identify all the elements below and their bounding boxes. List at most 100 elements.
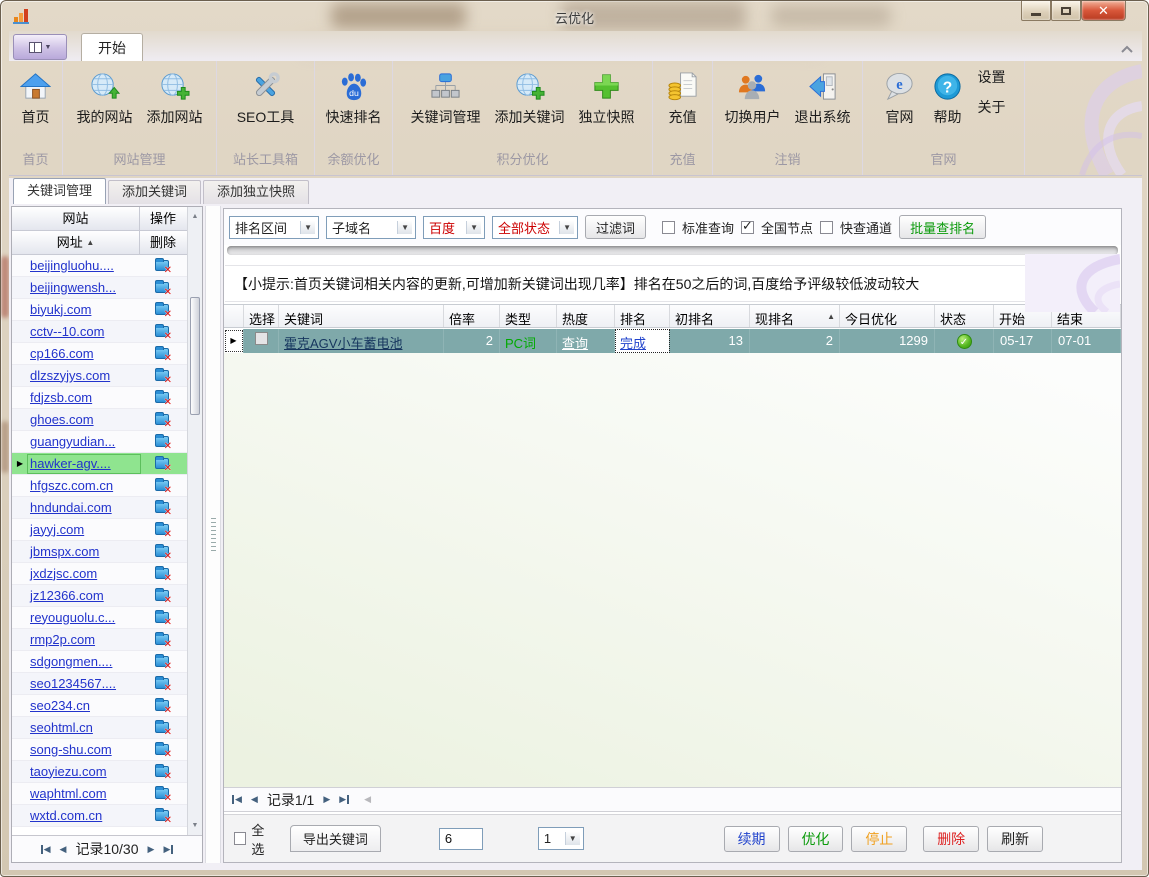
- site-link[interactable]: hawker-agv....: [30, 456, 111, 471]
- delete-site-icon[interactable]: [155, 326, 169, 337]
- pager-first-icon[interactable]: ◀: [41, 845, 51, 854]
- pager-next-icon[interactable]: ▶: [148, 845, 155, 854]
- tab-keyword-manage[interactable]: 关键词管理: [13, 178, 106, 204]
- site-link[interactable]: cp166.com: [30, 346, 94, 361]
- minimize-button[interactable]: [1021, 1, 1051, 21]
- delete-site-icon[interactable]: [155, 524, 169, 535]
- site-link[interactable]: biyukj.com: [30, 302, 91, 317]
- delete-site-icon[interactable]: [155, 590, 169, 601]
- col-today[interactable]: 今日优化: [840, 305, 935, 327]
- site-row[interactable]: seo234.cn: [12, 695, 187, 717]
- delete-site-icon[interactable]: [155, 656, 169, 667]
- hscroll-left-icon[interactable]: ◀: [364, 795, 371, 804]
- delete-site-icon[interactable]: [155, 612, 169, 623]
- my-sites-button[interactable]: 我的网站: [70, 67, 140, 127]
- site-row[interactable]: reyouguolu.c...: [12, 607, 187, 629]
- export-keywords-button[interactable]: 导出关键词: [290, 825, 381, 852]
- pager-last-icon[interactable]: ▶: [163, 845, 173, 854]
- scroll-down-icon[interactable]: ▼: [188, 818, 202, 833]
- delete-site-icon[interactable]: [155, 700, 169, 711]
- delete-site-icon[interactable]: [155, 502, 169, 513]
- delete-site-icon[interactable]: [155, 282, 169, 293]
- refresh-button[interactable]: 刷新: [987, 826, 1043, 852]
- renew-button[interactable]: 续期: [724, 826, 780, 852]
- site-row[interactable]: taoyiezu.com: [12, 761, 187, 783]
- snapshot-button[interactable]: 独立快照: [572, 67, 642, 127]
- site-link[interactable]: waphtml.com: [30, 786, 107, 801]
- delete-site-icon[interactable]: [155, 810, 169, 821]
- status-dropdown[interactable]: 全部状态▼: [492, 216, 578, 239]
- site-row[interactable]: sdgongmen....: [12, 651, 187, 673]
- keyword-manage-button[interactable]: 关键词管理: [404, 67, 488, 127]
- add-site-button[interactable]: 添加网站: [140, 67, 210, 127]
- col-rate[interactable]: 倍率: [444, 305, 500, 327]
- optimize-button[interactable]: 优化: [788, 826, 844, 852]
- site-row[interactable]: biyukj.com: [12, 299, 187, 321]
- number-input[interactable]: [439, 828, 483, 850]
- app-menu-button[interactable]: ▼: [13, 34, 67, 60]
- col-init-rank[interactable]: 初排名: [670, 305, 750, 327]
- engine-dropdown[interactable]: 百度▼: [423, 216, 485, 239]
- site-link[interactable]: jbmspx.com: [30, 544, 99, 559]
- scrollbar-thumb[interactable]: [190, 297, 200, 415]
- heat-query-link[interactable]: 查询: [557, 336, 588, 351]
- delete-site-icon[interactable]: [155, 370, 169, 381]
- maximize-button[interactable]: [1051, 1, 1081, 21]
- col-heat[interactable]: 热度: [557, 305, 615, 327]
- site-row[interactable]: dlzszyjys.com: [12, 365, 187, 387]
- filter-words-button[interactable]: 过滤词: [585, 215, 646, 239]
- pager-prev-icon[interactable]: ◀: [60, 845, 67, 854]
- col-url-header[interactable]: 网址 ▲: [12, 231, 140, 254]
- tab-add-keyword[interactable]: 添加关键词: [108, 180, 201, 204]
- pager-next-icon[interactable]: ▶: [323, 795, 330, 804]
- stop-button[interactable]: 停止: [851, 826, 907, 852]
- subdomain-dropdown[interactable]: 子域名▼: [326, 216, 416, 239]
- batch-rank-button[interactable]: 批量查排名: [899, 215, 986, 239]
- page-select[interactable]: 1▼: [538, 827, 584, 850]
- pager-last-icon[interactable]: ▶: [339, 795, 349, 804]
- site-row[interactable]: beijingwensh...: [12, 277, 187, 299]
- site-link[interactable]: seo234.cn: [30, 698, 90, 713]
- ribbon-tab-start[interactable]: 开始: [81, 33, 143, 61]
- delete-site-icon[interactable]: [155, 348, 169, 359]
- col-select[interactable]: 选择: [244, 305, 279, 327]
- national-node-checkbox[interactable]: [741, 221, 754, 234]
- site-link[interactable]: beijingluohu....: [30, 258, 114, 273]
- site-row[interactable]: hfgszc.com.cn: [12, 475, 187, 497]
- pager-prev-icon[interactable]: ◀: [251, 795, 258, 804]
- delete-site-icon[interactable]: [155, 788, 169, 799]
- splitter[interactable]: [205, 206, 221, 863]
- site-row[interactable]: song-shu.com: [12, 739, 187, 761]
- site-row[interactable]: beijingluohu....: [12, 255, 187, 277]
- ribbon-collapse-chevron[interactable]: [1120, 45, 1134, 54]
- sidebar-scrollbar[interactable]: ▲ ▼: [187, 207, 202, 835]
- site-link[interactable]: song-shu.com: [30, 742, 112, 757]
- col-del-header[interactable]: 删除: [140, 231, 186, 254]
- site-link[interactable]: jayyj.com: [30, 522, 84, 537]
- site-row[interactable]: wxtd.com.cn: [12, 805, 187, 827]
- site-row[interactable]: rmp2p.com: [12, 629, 187, 651]
- delete-site-icon[interactable]: [155, 436, 169, 447]
- site-link[interactable]: rmp2p.com: [30, 632, 95, 647]
- site-link[interactable]: hfgszc.com.cn: [30, 478, 113, 493]
- delete-site-icon[interactable]: [155, 744, 169, 755]
- site-link[interactable]: sdgongmen....: [30, 654, 112, 669]
- delete-site-icon[interactable]: [155, 458, 169, 469]
- site-link[interactable]: ghoes.com: [30, 412, 94, 427]
- delete-site-icon[interactable]: [155, 678, 169, 689]
- fast-channel-checkbox[interactable]: [820, 221, 833, 234]
- site-row[interactable]: ▶ hawker-agv....: [12, 453, 187, 475]
- recharge-button[interactable]: 充值: [659, 67, 707, 127]
- site-link[interactable]: seo1234567....: [30, 676, 116, 691]
- site-row[interactable]: jz12366.com: [12, 585, 187, 607]
- site-row[interactable]: cp166.com: [12, 343, 187, 365]
- delete-site-icon[interactable]: [155, 304, 169, 315]
- site-row[interactable]: fdjzsb.com: [12, 387, 187, 409]
- tab-add-snapshot[interactable]: 添加独立快照: [203, 180, 309, 204]
- rank-range-dropdown[interactable]: 排名区间▼: [229, 216, 319, 239]
- site-link[interactable]: fdjzsb.com: [30, 390, 92, 405]
- col-op-header[interactable]: 操作: [140, 207, 186, 230]
- about-button[interactable]: 关于: [978, 97, 1006, 117]
- site-row[interactable]: seo1234567....: [12, 673, 187, 695]
- delete-button[interactable]: 删除: [923, 826, 979, 852]
